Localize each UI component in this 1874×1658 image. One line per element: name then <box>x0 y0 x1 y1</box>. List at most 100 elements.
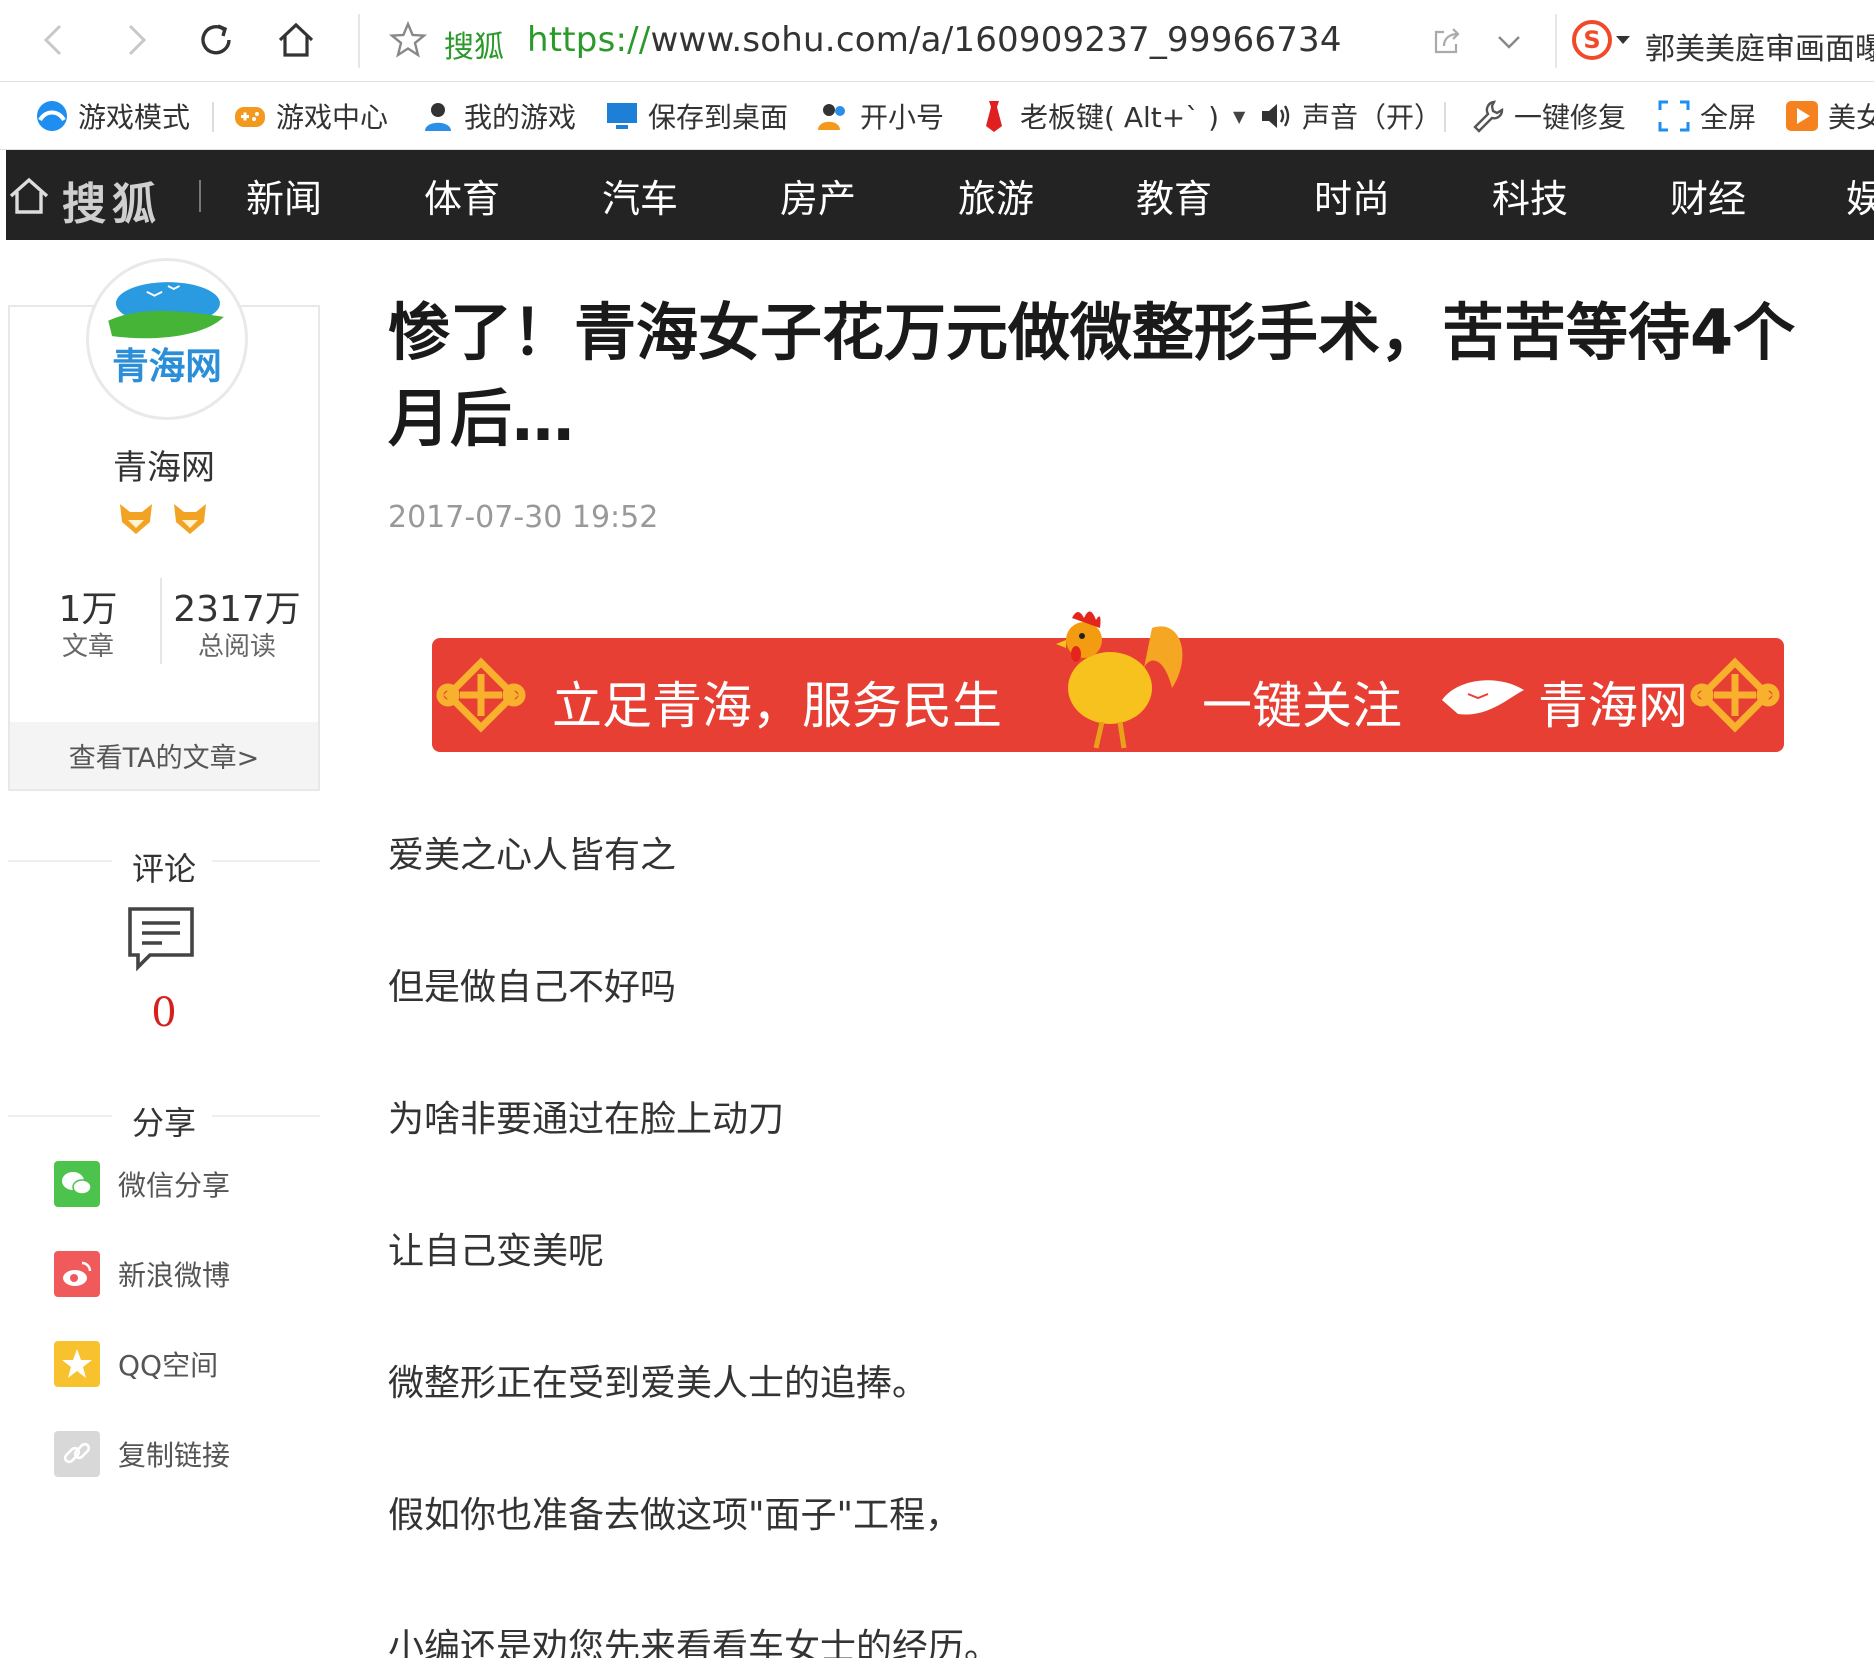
article-date: 2017-07-30 19:52 <box>388 500 659 535</box>
comment-icon[interactable] <box>126 905 196 975</box>
reload-button[interactable] <box>190 14 242 66</box>
bookmark-boss-key[interactable]: 老板键( Alt+` ) ▼ <box>976 96 1245 136</box>
bookmark-my-games[interactable]: 我的游戏 <box>420 96 576 136</box>
nav-auto[interactable]: 汽车 <box>602 168 678 223</box>
avatar[interactable]: 青海网 <box>86 258 248 420</box>
author-name[interactable]: 青海网 <box>8 440 320 489</box>
separator <box>199 180 201 212</box>
article-paragraph: 但是做自己不好吗 <box>388 967 677 1008</box>
home-icon[interactable] <box>8 174 50 216</box>
share-qzone[interactable]: QQ空间 <box>54 1340 218 1388</box>
reads-count: 2317万 <box>173 589 301 630</box>
nav-entertainment[interactable]: 娱 <box>1846 168 1874 223</box>
article-paragraph: 假如你也准备去做这项"面子"工程， <box>388 1495 962 1536</box>
article-paragraph: 为啥非要通过在脸上动刀 <box>388 1099 785 1140</box>
separator <box>358 14 360 68</box>
chevron-right-icon <box>128 24 147 56</box>
link-icon <box>54 1431 100 1477</box>
nav-house[interactable]: 房产 <box>780 168 856 223</box>
comments-title: 评论 <box>131 850 196 888</box>
tie-icon <box>986 101 1002 132</box>
weibo-icon <box>54 1251 100 1297</box>
separator <box>1555 14 1557 68</box>
url-input[interactable]: https://www.sohu.com/a/160909237_9996673… <box>527 20 1342 60</box>
fullscreen-icon <box>1658 100 1690 132</box>
url-path: www.sohu.com/a/160909237_99966734 <box>650 20 1342 60</box>
view-articles-link[interactable]: 查看TA的文章> <box>10 722 318 789</box>
rooster-icon <box>1056 611 1183 749</box>
separator <box>212 102 214 132</box>
bookmark-beauty[interactable]: 美女 <box>1784 96 1874 136</box>
article-title: 惨了！青海女子花万元做微整形手术，苦苦等待4个月后… <box>388 296 1796 455</box>
share-page-icon[interactable] <box>1430 24 1464 58</box>
nav-education[interactable]: 教育 <box>1136 168 1212 223</box>
bookmark-toolbar: 游戏模式 游戏中心 我的游戏 保存到桌面 开小号 老板键( Alt+` ) ▼ … <box>0 82 1874 150</box>
banner-slogan: 立足青海，服务民生 <box>552 677 1002 735</box>
nav-finance[interactable]: 财经 <box>1670 168 1746 223</box>
nav-news[interactable]: 新闻 <box>246 168 322 223</box>
sogou-search-icon[interactable]: S <box>1572 20 1612 60</box>
articles-count: 1万 <box>58 589 118 630</box>
bookmark-star-icon[interactable] <box>388 20 428 60</box>
home-icon <box>278 22 314 57</box>
nav-sports[interactable]: 体育 <box>424 168 500 223</box>
banner-follow: 一键关注 <box>1202 677 1402 735</box>
monitor-icon <box>607 103 637 129</box>
banner-brand: 青海网 <box>1538 677 1688 735</box>
separator <box>160 578 162 664</box>
bookmark-game-center[interactable]: 游戏中心 <box>232 96 388 136</box>
share-title: 分享 <box>131 1104 196 1142</box>
chevron-down-icon[interactable] <box>1495 28 1523 56</box>
chevron-left-icon <box>43 24 62 56</box>
caret-down-icon[interactable]: ▼ <box>1233 107 1245 126</box>
reload-icon <box>201 24 231 55</box>
speaker-icon <box>1262 104 1290 128</box>
qinghai-bird-icon <box>1442 680 1524 715</box>
chinese-knot-icon <box>436 657 526 733</box>
separator <box>1444 102 1446 132</box>
nav-tech[interactable]: 科技 <box>1492 168 1568 223</box>
nav-travel[interactable]: 旅游 <box>958 168 1034 223</box>
comment-count[interactable]: 0 <box>8 990 320 1036</box>
wrench-icon <box>1473 100 1504 133</box>
address-bar: 搜狐 https://www.sohu.com/a/160909237_9996… <box>0 0 1874 82</box>
sohu-logo[interactable]: 搜狐 <box>62 168 162 232</box>
promo-banner[interactable]: 立足青海，服务民生 一键关注 青海网 <box>432 611 1784 752</box>
bookmark-sound-toggle[interactable]: 声音（开） <box>1258 96 1442 136</box>
caret-down-icon[interactable] <box>1616 36 1630 44</box>
gamepad-icon <box>235 107 265 127</box>
qzone-icon <box>54 1341 100 1387</box>
article-paragraph: 爱美之心人皆有之 <box>388 835 677 876</box>
bookmark-save-desktop[interactable]: 保存到桌面 <box>604 96 788 136</box>
site-name: 搜狐 <box>444 30 504 65</box>
chinese-knot-icon <box>1690 657 1780 733</box>
article-paragraph: 让自己变美呢 <box>388 1231 605 1272</box>
fox-badge-icon <box>120 504 152 534</box>
url-scheme: https:// <box>527 20 651 60</box>
search-hint[interactable]: 郭美美庭审画面曝 <box>1645 24 1874 68</box>
play-icon <box>1786 101 1818 131</box>
qinghai-logo-icon: 青海网 <box>108 282 224 387</box>
bookmark-alt-account[interactable]: 开小号 <box>816 96 944 136</box>
share-weibo[interactable]: 新浪微博 <box>54 1250 230 1298</box>
forward-button[interactable] <box>110 14 162 66</box>
sohu-navbar: 搜狐 新闻 体育 汽车 房产 旅游 教育 时尚 科技 财经 娱 <box>6 150 1874 240</box>
users-icon <box>818 104 845 130</box>
share-wechat[interactable]: 微信分享 <box>54 1160 230 1208</box>
back-button[interactable] <box>28 14 80 66</box>
bookmark-game-mode[interactable]: 游戏模式 <box>34 96 190 136</box>
bookmark-one-click-fix[interactable]: 一键修复 <box>1470 96 1626 136</box>
bookmark-fullscreen[interactable]: 全屏 <box>1656 96 1756 136</box>
globe-icon <box>37 101 67 131</box>
share-copy-link[interactable]: 复制链接 <box>54 1430 230 1478</box>
fox-badge-icon <box>174 504 206 534</box>
article-paragraph: 小编还是劝您先来看看车女士的经历。 <box>388 1627 1001 1658</box>
home-button[interactable] <box>270 14 322 66</box>
reads-label: 总阅读 <box>197 632 276 662</box>
nav-fashion[interactable]: 时尚 <box>1314 168 1390 223</box>
article-paragraph: 微整形正在受到爱美人士的追捧。 <box>388 1363 929 1404</box>
articles-label: 文章 <box>61 632 114 662</box>
logo-text: 青海网 <box>112 344 222 387</box>
wechat-icon <box>54 1161 100 1207</box>
author-badges <box>116 500 216 540</box>
